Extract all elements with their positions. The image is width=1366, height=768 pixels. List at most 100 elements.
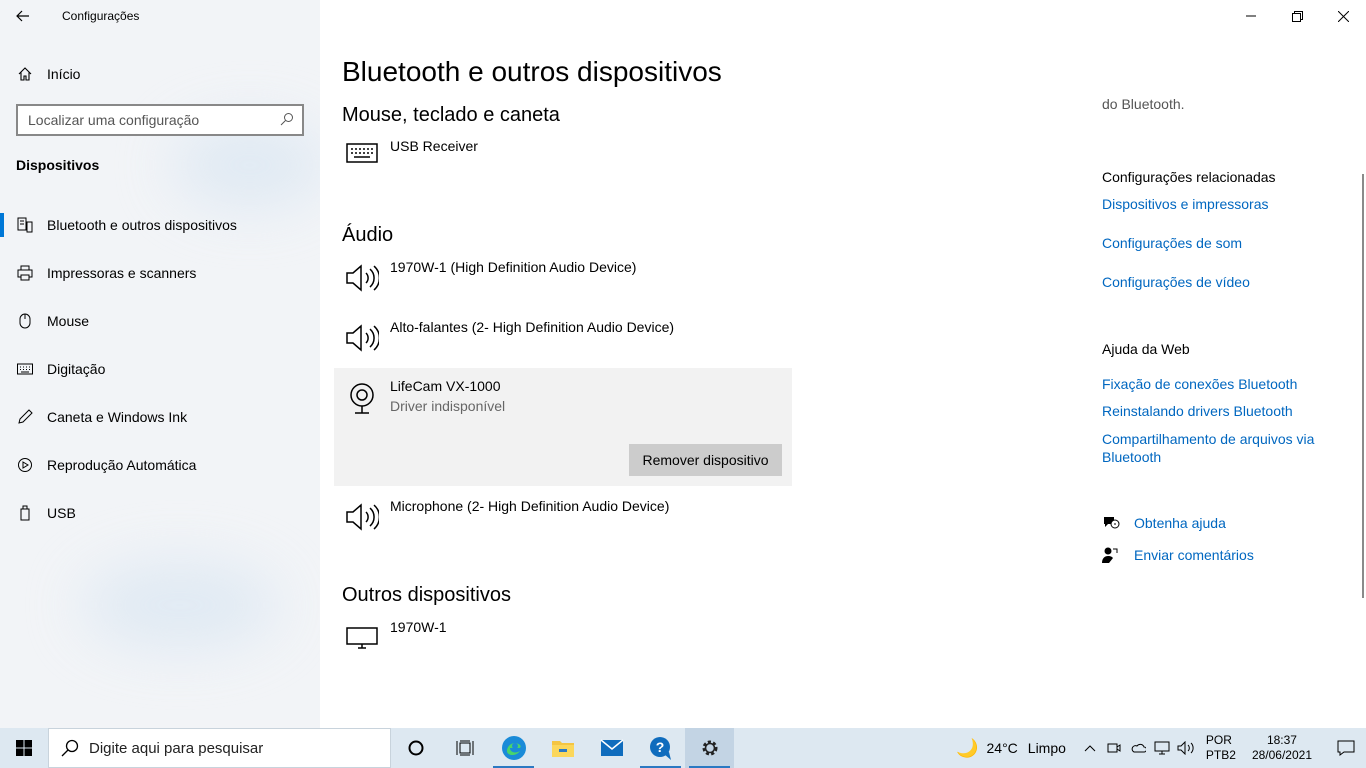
mail-icon[interactable] <box>587 728 636 768</box>
file-explorer-icon[interactable] <box>538 728 587 768</box>
keyboard-icon <box>16 363 34 375</box>
taskbar: Digite aqui para pesquisar ? 🌙 24°C Limp… <box>0 728 1366 768</box>
get-help-app-icon[interactable]: ? <box>636 728 685 768</box>
speaker-icon <box>334 498 390 532</box>
sidebar-item-label: Início <box>47 66 81 82</box>
keyboard-icon <box>334 138 390 164</box>
sidebar-item-autoplay[interactable]: Reprodução Automática <box>0 441 320 489</box>
taskbar-search-input[interactable]: Digite aqui para pesquisar <box>48 728 391 768</box>
device-name: USB Receiver <box>390 138 478 154</box>
onedrive-icon[interactable] <box>1126 743 1150 753</box>
device-name: Alto-falantes (2- High Definition Audio … <box>390 319 675 335</box>
svg-text:?: ? <box>655 739 664 755</box>
app-title: Configurações <box>62 9 140 23</box>
sidebar-item-typing[interactable]: Digitação <box>0 345 320 393</box>
link-fix-bluetooth[interactable]: Fixação de conexões Bluetooth <box>1102 375 1297 393</box>
start-button[interactable] <box>0 728 48 768</box>
device-monitor[interactable]: 1970W-1 <box>334 619 792 649</box>
get-help-link[interactable]: Obtenha ajuda <box>1102 515 1226 531</box>
link-reinstall-drivers[interactable]: Reinstalando drivers Bluetooth <box>1102 402 1293 420</box>
device-audio-microphone[interactable]: Microphone (2- High Definition Audio Dev… <box>334 498 792 532</box>
pen-icon <box>16 409 34 425</box>
moon-icon: 🌙 <box>956 737 979 758</box>
clock[interactable]: 18:37 28/06/2021 <box>1252 733 1312 763</box>
webcam-icon <box>334 378 390 486</box>
monitor-icon <box>334 619 390 649</box>
autoplay-icon <box>16 457 34 473</box>
sidebar-item-label: Impressoras e scanners <box>47 265 197 281</box>
get-help-label: Obtenha ajuda <box>1134 515 1226 531</box>
sidebar-item-label: Digitação <box>47 361 106 377</box>
related-settings-title: Configurações relacionadas <box>1102 169 1276 185</box>
device-name: LifeCam VX-1000 <box>390 378 501 394</box>
sidebar-item-home[interactable]: Início <box>0 56 320 92</box>
restore-button[interactable] <box>1274 0 1320 32</box>
link-display-settings[interactable]: Configurações de vídeo <box>1102 273 1250 291</box>
speaker-icon <box>334 259 390 293</box>
sidebar-item-printers[interactable]: Impressoras e scanners <box>0 249 320 297</box>
search-icon <box>61 739 79 757</box>
sidebar-item-label: Reprodução Automática <box>47 457 197 473</box>
minimize-icon <box>1246 15 1256 17</box>
device-audio-speakers[interactable]: Alto-falantes (2- High Definition Audio … <box>334 319 792 353</box>
keyboard-layout: PTB2 <box>1205 748 1236 762</box>
scrollbar[interactable] <box>1362 174 1364 598</box>
link-file-sharing[interactable]: Compartilhamento de arquivos via Bluetoo… <box>1102 430 1332 466</box>
sidebar-item-label: Bluetooth e outros dispositivos <box>47 217 237 233</box>
device-status: Driver indisponível <box>390 398 506 414</box>
edge-icon[interactable] <box>489 728 538 768</box>
sidebar-item-label: Mouse <box>47 313 90 329</box>
weather-text: Limpo <box>1027 740 1066 756</box>
device-audio-1970w[interactable]: 1970W-1 (High Definition Audio Device) <box>334 259 792 293</box>
feedback-link[interactable]: Enviar comentários <box>1102 546 1254 564</box>
clock-date: 28/06/2021 <box>1251 748 1312 762</box>
volume-icon[interactable] <box>1174 741 1198 755</box>
sidebar-item-pen[interactable]: Caneta e Windows Ink <box>0 393 320 441</box>
sidebar-item-label: USB <box>47 505 76 521</box>
sidebar-item-bluetooth[interactable]: Bluetooth e outros dispositivos <box>0 201 320 249</box>
chevron-up-icon[interactable] <box>1078 744 1102 752</box>
usb-icon <box>16 505 34 521</box>
weather-widget[interactable]: 🌙 24°C Limpo <box>956 738 1066 759</box>
back-button[interactable] <box>0 0 46 32</box>
title-bar: Configurações <box>0 0 320 32</box>
speaker-icon <box>334 319 390 353</box>
sidebar-backdrop <box>80 560 280 650</box>
back-arrow-icon <box>16 10 29 22</box>
printer-icon <box>16 265 34 281</box>
feedback-icon <box>1102 546 1120 564</box>
lang-code: POR <box>1205 733 1232 747</box>
cortana-icon[interactable] <box>391 728 440 768</box>
settings-app-icon[interactable] <box>685 728 734 768</box>
settings-search-input[interactable]: Localizar uma configuração <box>16 104 304 136</box>
window-controls <box>1228 0 1366 32</box>
link-sound-settings[interactable]: Configurações de som <box>1102 234 1242 252</box>
device-lifecam[interactable]: LifeCam VX-1000 Driver indisponível Remo… <box>334 368 792 486</box>
device-name: 1970W-1 <box>390 619 447 635</box>
close-button[interactable] <box>1320 0 1366 32</box>
minimize-button[interactable] <box>1228 0 1274 32</box>
meet-now-icon[interactable] <box>1102 741 1126 755</box>
sidebar-item-label: Caneta e Windows Ink <box>47 409 188 425</box>
group-title-input: Mouse, teclado e caneta <box>342 104 560 126</box>
remove-device-button[interactable]: Remover dispositivo <box>629 444 782 476</box>
taskbar-search-placeholder: Digite aqui para pesquisar <box>89 739 264 757</box>
main-content: Bluetooth e outros dispositivos Mouse, t… <box>320 0 1366 728</box>
link-devices-printers[interactable]: Dispositivos e impressoras <box>1102 195 1269 213</box>
device-name: 1970W-1 (High Definition Audio Device) <box>390 259 637 275</box>
task-view-icon[interactable] <box>440 728 489 768</box>
group-title-other: Outros dispositivos <box>342 584 511 606</box>
language-indicator[interactable]: POR PTB2 <box>1206 733 1236 763</box>
device-name: Microphone (2- High Definition Audio Dev… <box>390 498 670 514</box>
page-title: Bluetooth e outros dispositivos <box>342 56 722 87</box>
partial-text: do Bluetooth. <box>1102 96 1185 112</box>
windows-logo-icon <box>16 740 32 756</box>
system-tray: 🌙 24°C Limpo POR PTB2 18:37 28/06/2021 <box>956 728 1366 768</box>
settings-sidebar: Configurações Início Localizar uma confi… <box>0 0 320 728</box>
sidebar-item-usb[interactable]: USB <box>0 489 320 537</box>
sidebar-item-mouse[interactable]: Mouse <box>0 297 320 345</box>
network-icon[interactable] <box>1150 741 1174 755</box>
help-chat-icon <box>1102 515 1120 531</box>
notification-center-icon[interactable] <box>1326 740 1366 756</box>
device-usb-receiver[interactable]: USB Receiver <box>334 138 792 164</box>
